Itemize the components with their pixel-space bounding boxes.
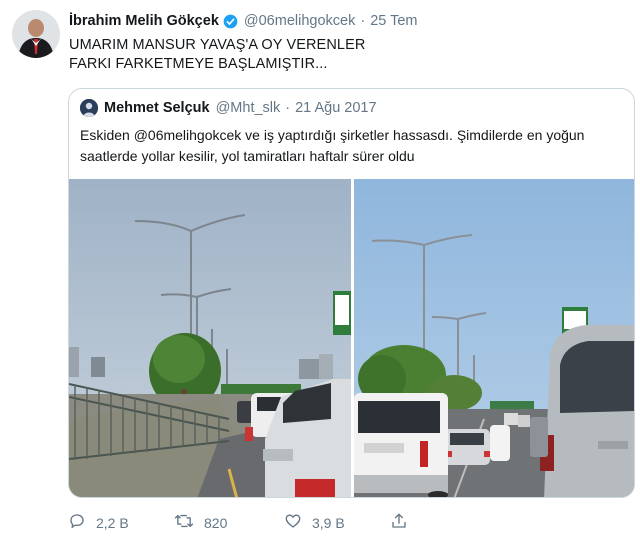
- quoted-tweet-timestamp: 21 Ağu 2017: [295, 100, 377, 116]
- tweet-card[interactable]: İbrahim Melih Gökçek @06melihgokcek · 25…: [0, 0, 640, 536]
- quoted-text-line: saatlerde yollar kesilir, yol tamiratlar…: [80, 148, 415, 164]
- tweet-actions: 2,2 B 820 3,9 B: [68, 512, 628, 534]
- retweet-count: 820: [204, 514, 228, 531]
- quoted-author-avatar[interactable]: [80, 99, 98, 117]
- share-icon: [390, 512, 418, 533]
- heart-icon: [284, 512, 312, 533]
- author-name[interactable]: İbrahim Melih Gökçek: [69, 13, 219, 29]
- quoted-author-name: Mehmet Selçuk: [104, 100, 210, 116]
- like-count: 3,9 B: [312, 514, 345, 531]
- quoted-photo-left[interactable]: [69, 179, 351, 497]
- author-handle[interactable]: @06melihgokcek: [244, 13, 355, 29]
- like-action[interactable]: 3,9 B: [284, 512, 345, 533]
- quoted-tweet-text: Eskiden @06melihgokcek ve iş yaptırdığı …: [80, 125, 625, 167]
- quoted-author-handle: @Mht_slk: [215, 100, 281, 116]
- retweet-action[interactable]: 820: [174, 512, 227, 533]
- tweet-timestamp[interactable]: 25 Tem: [370, 13, 417, 29]
- quoted-tweet-header: Mehmet Selçuk @Mht_slk · 21 Ağu 2017: [80, 99, 377, 117]
- quoted-text-line: Eskiden @06melihgokcek ve iş yaptırdığı …: [80, 127, 585, 143]
- author-avatar[interactable]: [12, 10, 60, 58]
- tweet-header: İbrahim Melih Gökçek @06melihgokcek · 25…: [69, 13, 417, 29]
- reply-count: 2,2 B: [96, 514, 129, 531]
- reply-action[interactable]: 2,2 B: [68, 512, 129, 533]
- quoted-photo-right[interactable]: [354, 179, 634, 497]
- separator-dot: ·: [360, 13, 366, 29]
- separator-dot: ·: [285, 100, 291, 116]
- quoted-tweet[interactable]: Mehmet Selçuk @Mht_slk · 21 Ağu 2017 Esk…: [68, 88, 635, 498]
- verified-badge-icon: [223, 14, 238, 29]
- retweet-icon: [174, 512, 204, 533]
- tweet-text-line: FARKI FARKETMEYE BAŞLAMIŞTIR...: [69, 56, 328, 72]
- share-action[interactable]: [390, 512, 418, 533]
- tweet-text-line: UMARIM MANSUR YAVAŞ'A OY VERENLER: [69, 37, 366, 53]
- reply-icon: [68, 512, 96, 533]
- tweet-text: UMARIM MANSUR YAVAŞ'A OY VERENLER FARKI …: [69, 36, 609, 74]
